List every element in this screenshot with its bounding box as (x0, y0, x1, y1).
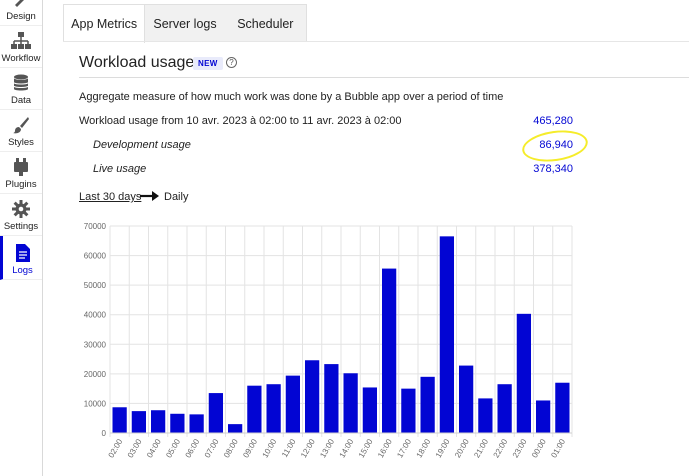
x-tick-label: 18:00 (415, 437, 433, 459)
x-tick-label: 01:00 (549, 437, 567, 459)
document-icon (13, 243, 33, 263)
bar (478, 398, 493, 433)
live-usage-label: Live usage (93, 163, 147, 175)
x-tick-label: 15:00 (357, 437, 375, 459)
bar (382, 268, 397, 433)
x-tick-label: 13:00 (318, 437, 336, 459)
y-tick-label: 70000 (84, 222, 107, 231)
design-icon (11, 0, 31, 9)
tab-bar: App Metrics Server logs Scheduler (63, 4, 307, 43)
sidebar-item-plugins[interactable]: Plugins (0, 152, 42, 194)
x-tick-label: 14:00 (338, 437, 356, 459)
tab-app-metrics[interactable]: App Metrics (64, 5, 146, 43)
highlight-circle (520, 126, 590, 166)
x-tick-label: 04:00 (145, 437, 163, 459)
bar (401, 388, 416, 433)
database-icon (11, 73, 31, 93)
workload-chart-svg: 0 10000 20000 30000 40000 50000 60000 70000 02:0… (84, 222, 573, 459)
arrow-right-icon (140, 191, 159, 201)
x-tick-label: 07:00 (203, 437, 221, 459)
live-usage-value: 378,340 (533, 163, 573, 175)
sidebar-item-label: Plugins (5, 179, 37, 190)
bar (112, 407, 127, 433)
x-tick-label: 23:00 (511, 437, 529, 459)
x-tick-label: 21:00 (472, 437, 490, 459)
bar (247, 385, 262, 433)
sidebar-item-label: Data (10, 95, 32, 106)
gear-icon (11, 199, 31, 219)
granularity-label: Daily (164, 191, 189, 203)
sidebar: Design Workflow Data Styles Plugins Sett… (0, 0, 43, 476)
bar (420, 376, 435, 433)
page-title: Workload usage (79, 54, 195, 71)
divider (79, 77, 689, 78)
plug-icon (11, 157, 31, 177)
new-badge: NEW (193, 57, 223, 70)
sidebar-item-workflow[interactable]: Workflow (0, 26, 42, 68)
tab-scheduler[interactable]: Scheduler (225, 5, 306, 43)
x-tick-label: 00:00 (530, 437, 548, 459)
workflow-icon (11, 31, 31, 51)
bar (343, 373, 358, 433)
x-tick-label: 17:00 (395, 437, 413, 459)
sidebar-item-label: Design (6, 11, 36, 22)
x-tick-label: 05:00 (164, 437, 182, 459)
x-tick-label: 19:00 (434, 437, 452, 459)
x-tick-label: 02:00 (107, 437, 125, 459)
x-tick-label: 06:00 (184, 437, 202, 459)
bar (536, 400, 551, 433)
x-tick-label: 03:00 (126, 437, 144, 459)
bar (362, 387, 377, 433)
x-tick-label: 09:00 (241, 437, 259, 459)
brush-icon (11, 115, 31, 135)
bar (131, 411, 146, 433)
sidebar-item-data[interactable]: Data (0, 68, 42, 110)
sidebar-item-design[interactable]: Design (0, 0, 42, 26)
bar (266, 384, 281, 433)
sidebar-item-label: Logs (12, 265, 33, 276)
bar (151, 410, 166, 433)
y-tick-label: 20000 (84, 370, 107, 379)
description: Aggregate measure of how much work was d… (79, 91, 504, 103)
y-tick-label: 30000 (84, 340, 107, 349)
bar (516, 313, 531, 433)
y-tick-label: 0 (102, 429, 107, 438)
bar (189, 414, 204, 433)
x-tick-label: 11:00 (280, 437, 298, 459)
y-tick-label: 60000 (84, 252, 107, 261)
bar (208, 393, 223, 433)
x-tick-label: 20:00 (453, 437, 471, 459)
y-tick-label: 50000 (84, 281, 107, 290)
tab-divider (63, 41, 689, 42)
bar (285, 375, 300, 433)
bar (439, 236, 454, 433)
total-usage-value: 465,280 (533, 115, 573, 127)
x-tick-label: 16:00 (376, 437, 394, 459)
bar (305, 360, 320, 433)
sidebar-item-label: Settings (3, 221, 39, 232)
bar (459, 365, 474, 433)
bar (228, 424, 243, 433)
period-label: Workload usage from 10 avr. 2023 à 02:00… (79, 115, 402, 127)
x-tick-label: 22:00 (492, 437, 510, 459)
bar (497, 384, 512, 433)
y-tick-label: 40000 (84, 311, 107, 320)
bar (555, 382, 570, 433)
x-tick-label: 10:00 (261, 437, 279, 459)
bar (324, 364, 339, 433)
development-usage-label: Development usage (93, 139, 191, 151)
sidebar-item-label: Styles (8, 137, 34, 148)
y-tick-label: 10000 (84, 399, 107, 408)
tab-server-logs[interactable]: Server logs (145, 5, 224, 43)
x-tick-label: 08:00 (222, 437, 240, 459)
bar (170, 413, 185, 433)
sidebar-item-styles[interactable]: Styles (0, 110, 42, 152)
x-tick-label: 12:00 (299, 437, 317, 459)
range-selector[interactable]: Last 30 days (79, 191, 141, 203)
sidebar-item-logs[interactable]: Logs (0, 236, 42, 280)
help-icon[interactable]: ? (226, 57, 237, 68)
sidebar-item-label: Workflow (1, 53, 41, 64)
sidebar-item-settings[interactable]: Settings (0, 194, 42, 236)
workload-chart: 0 10000 20000 30000 40000 50000 60000 70000 02:0… (70, 218, 580, 476)
